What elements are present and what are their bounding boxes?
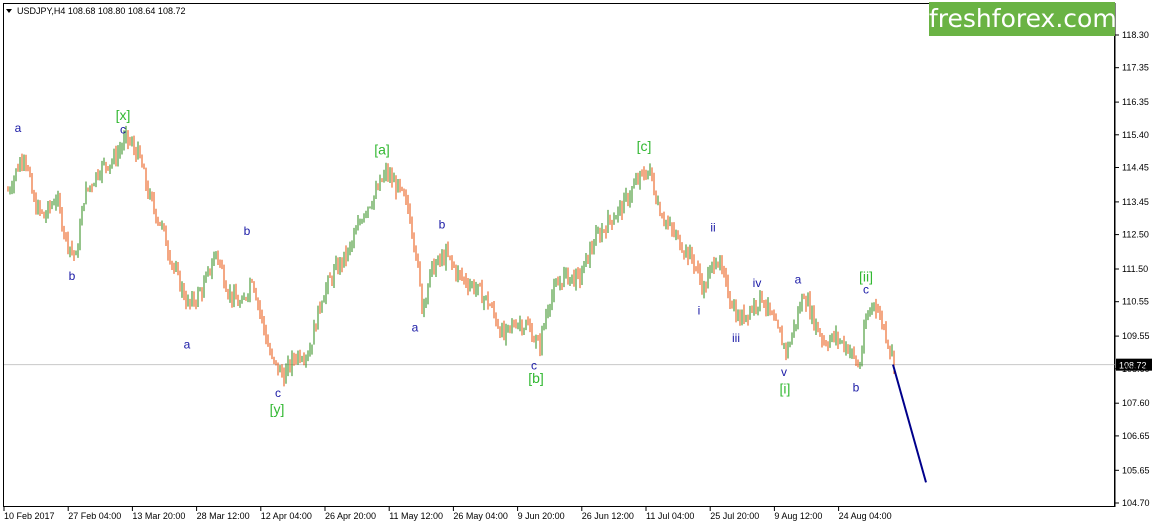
wave-label-minor: c bbox=[863, 283, 869, 297]
price-tick-label: 106.65 bbox=[1122, 431, 1150, 441]
time-tick-label: 9 Jun 20:00 bbox=[518, 511, 565, 521]
wave-label-minor: a bbox=[412, 321, 419, 335]
time-tick-label: 10 Feb 2017 bbox=[4, 511, 55, 521]
wave-label-minor: c bbox=[275, 386, 281, 400]
wave-label-major: [y] bbox=[270, 401, 285, 417]
price-tick-label: 105.65 bbox=[1122, 465, 1150, 475]
wave-label-minor: a bbox=[15, 121, 22, 135]
wave-label-minor: b bbox=[244, 224, 251, 238]
price-tick-label: 108.60 bbox=[1122, 364, 1150, 374]
freshforex-logo: freshforex.com bbox=[929, 2, 1117, 36]
wave-label-major: [c] bbox=[637, 138, 652, 154]
price-tick-label: 107.60 bbox=[1122, 398, 1150, 408]
time-tick-label: 9 Aug 12:00 bbox=[774, 511, 822, 521]
time-tick-label: 26 Apr 20:00 bbox=[325, 511, 376, 521]
wave-label-major: [i] bbox=[780, 380, 791, 396]
price-tick-label: 112.50 bbox=[1122, 230, 1149, 240]
price-tick-label: 110.55 bbox=[1122, 297, 1149, 307]
time-tick-label: 25 Jul 20:00 bbox=[710, 511, 759, 521]
time-tick-label: 26 Jun 12:00 bbox=[582, 511, 634, 521]
chart-title: USDJPY,H4 108.68 108.80 108.64 108.72 bbox=[17, 6, 185, 16]
price-tick-label: 117.35 bbox=[1122, 63, 1149, 73]
price-tick-label: 113.45 bbox=[1122, 197, 1149, 207]
time-tick-label: 28 Mar 12:00 bbox=[197, 511, 250, 521]
wave-label-minor: c bbox=[120, 123, 126, 137]
wave-label-major: [x] bbox=[116, 107, 131, 123]
wave-label-minor: a bbox=[184, 338, 191, 352]
time-tick-label: 26 May 04:00 bbox=[453, 511, 508, 521]
wave-label-minor: iv bbox=[753, 276, 762, 290]
wave-label-major: [a] bbox=[374, 141, 390, 157]
wave-label-minor: iii bbox=[732, 331, 740, 345]
wave-label-minor: ii bbox=[710, 221, 715, 235]
price-tick-label: 116.35 bbox=[1122, 97, 1149, 107]
price-chart[interactable]: 108.72 abc[x]abc[y][a]abc[b][c]iiiiviiiv… bbox=[0, 0, 1155, 527]
wave-label-minor: b bbox=[853, 381, 860, 395]
chart-background bbox=[0, 0, 1155, 527]
wave-label-minor: b bbox=[439, 217, 446, 231]
time-tick-label: 11 May 12:00 bbox=[389, 511, 443, 521]
wave-label-major: [ii] bbox=[859, 269, 873, 285]
price-tick-label: 115.40 bbox=[1122, 130, 1149, 140]
time-tick-label: 11 Jul 04:00 bbox=[646, 511, 694, 521]
wave-label-minor: b bbox=[69, 269, 76, 283]
wave-label-minor: i bbox=[698, 303, 701, 317]
price-tick-label: 109.55 bbox=[1122, 331, 1150, 341]
wave-label-major: [b] bbox=[528, 370, 544, 386]
price-tick-label: 111.50 bbox=[1122, 264, 1148, 274]
time-tick-label: 27 Feb 04:00 bbox=[68, 511, 121, 521]
time-tick-label: 24 Aug 04:00 bbox=[839, 511, 892, 521]
price-tick-label: 104.70 bbox=[1122, 498, 1150, 508]
wave-label-minor: a bbox=[795, 272, 802, 286]
time-tick-label: 12 Apr 04:00 bbox=[261, 511, 312, 521]
price-tick-label: 114.45 bbox=[1122, 162, 1149, 172]
wave-label-minor: v bbox=[781, 365, 787, 379]
time-tick-label: 13 Mar 20:00 bbox=[132, 511, 185, 521]
price-tick-label: 118.30 bbox=[1122, 30, 1149, 40]
